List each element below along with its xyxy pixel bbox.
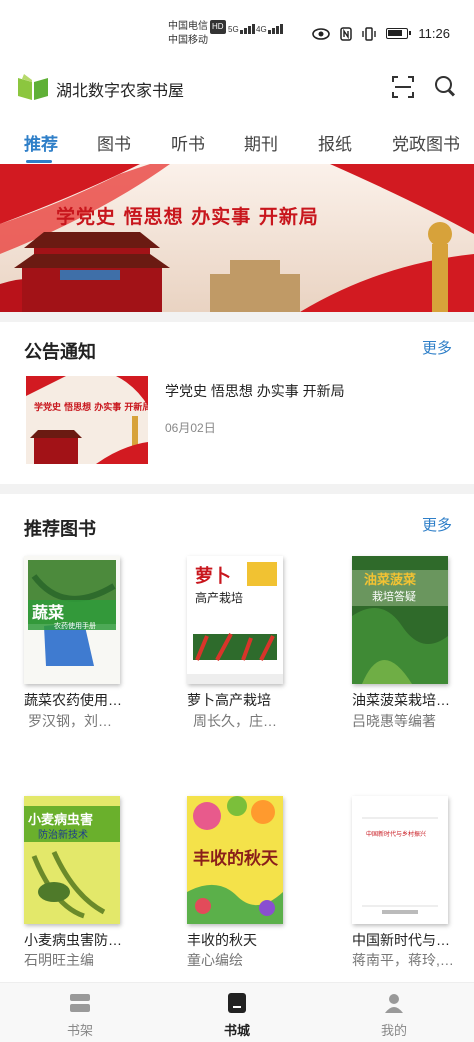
book-cover-art: 小麦病虫害 防治新技术 [24,796,120,924]
book-cover[interactable]: 中国新时代与乡村振兴 [352,796,448,924]
tab-books[interactable]: 图书 [97,130,131,155]
book-cover-art: 油菜菠菜 栽培答疑 [352,556,448,684]
nav-profile-label: 我的 [380,1023,407,1038]
book-cover-title-5: 丰收的秋天 [193,848,279,869]
signal-icon-2: 4G [256,24,283,34]
book-title[interactable]: 油菜菠菜栽培… [352,690,456,710]
signal-icon-1: 5G [228,24,255,34]
book-cover-title-6: 中国新时代与乡村振兴 [366,830,426,838]
book-cover-title-4: 小麦病虫害 [28,812,93,828]
notice-more-link[interactable]: 更多 [422,337,452,358]
book-author: 罗汉钢，刘… [28,713,112,729]
book-cover-art: 丰收的秋天 [187,796,283,924]
nav-bookshelf[interactable]: 书架 [40,983,120,1042]
recommend-more-link[interactable]: 更多 [422,514,452,535]
recommend-section-title: 推荐图书 [24,519,96,539]
notice-thumb-artwork [26,376,148,464]
notice-title[interactable]: 学党史 悟思想 办实事 开新局 [165,381,345,401]
carrier1-label: 中国电信 [168,21,208,32]
book-cover-art: 萝卜 高产栽培 [187,556,283,684]
carrier-info: 中国电信 HD 中国移动 [168,20,226,48]
network-type-2: 4G [256,25,267,34]
book-author: 蒋南平，蒋玲,… [352,952,454,968]
book-author: 周长久，庄… [193,713,277,729]
book-cover-title-1: 蔬菜 [32,603,64,622]
notice-section-title: 公告通知 [24,342,96,362]
bookstore-icon [228,993,246,1013]
book-cover-title-2: 萝卜 [195,565,231,587]
nfc-icon [340,26,353,41]
book-title[interactable]: 小麦病虫害防… [24,930,128,950]
book-cover[interactable]: 丰收的秋天 [187,796,283,924]
banner-artwork [0,164,474,312]
book-title[interactable]: 中国新时代与… [352,930,456,950]
app-header: 湖北数字农家书屋 [0,62,474,112]
nav-bookstore[interactable]: 书城 [197,983,277,1042]
search-icon[interactable] [434,75,456,97]
book-author: 石明旺主编 [24,952,94,968]
status-bar: 中国电信 HD 中国移动 5G 4G 11:26 [0,0,474,62]
banner-slogan: 学党史 悟思想 办实事 开新局 [56,206,319,228]
book-cover-sub-1: 农药使用手册 [54,621,96,630]
eye-icon [312,27,331,40]
carrier2-label: 中国移动 [168,35,208,46]
book-cover-title-3: 油菜菠菜 [364,572,416,588]
vibrate-icon [362,26,377,41]
nav-bookshelf-label: 书架 [66,1023,93,1038]
section-divider [0,312,474,322]
book-cover-sub-4: 防治新技术 [38,828,88,841]
book-cover-art: 中国新时代与乡村振兴 [352,796,448,924]
tab-newspapers[interactable]: 报纸 [318,130,352,155]
book-title[interactable]: 蔬菜农药使用… [24,690,128,710]
book-cover-sub-3: 栽培答疑 [372,589,416,603]
tab-party-books[interactable]: 党政图书 [392,130,460,155]
notice-thumb-slogan: 学党史 悟思想 办实事 开新局 [34,403,148,413]
book-title[interactable]: 萝卜高产栽培 [187,690,291,710]
book-title[interactable]: 丰收的秋天 [187,930,291,950]
nav-profile[interactable]: 我的 [354,983,434,1042]
app-logo-icon [18,74,48,100]
active-tab-indicator [26,160,52,163]
tab-audiobooks[interactable]: 听书 [171,130,205,155]
book-cover[interactable]: 小麦病虫害 防治新技术 [24,796,120,924]
book-cover[interactable]: 萝卜 高产栽培 [187,556,283,684]
bottom-navigation: 书架 书城 我的 [0,982,474,1042]
nav-bookstore-label: 书城 [223,1023,250,1038]
notice-thumbnail[interactable]: 学党史 悟思想 办实事 开新局 [26,376,148,464]
battery-icon [386,28,412,39]
section-divider [0,484,474,494]
book-cover-sub-2: 高产栽培 [195,590,243,605]
clock: 11:26 [418,26,450,41]
tab-periodicals[interactable]: 期刊 [244,130,278,155]
book-author: 吕晓惠等编著 [352,713,436,729]
bookshelf-icon [70,994,90,1012]
book-cover[interactable]: 油菜菠菜 栽培答疑 [352,556,448,684]
book-cover-art: 蔬菜 农药使用手册 [24,556,120,684]
network-type-1: 5G [228,25,239,34]
scan-icon[interactable] [392,76,414,98]
promo-banner[interactable]: 学党史 悟思想 办实事 开新局 [0,164,474,312]
tab-recommend[interactable]: 推荐 [24,130,58,155]
book-author: 童心编绘 [187,952,243,968]
notice-date: 06月02日 [165,421,216,435]
user-icon [385,994,403,1013]
hd-badge: HD [210,20,226,34]
app-title: 湖北数字农家书屋 [56,83,185,100]
book-cover[interactable]: 蔬菜 农药使用手册 [24,556,120,684]
category-tabs: 推荐 图书 听书 期刊 报纸 党政图书 [0,120,474,163]
